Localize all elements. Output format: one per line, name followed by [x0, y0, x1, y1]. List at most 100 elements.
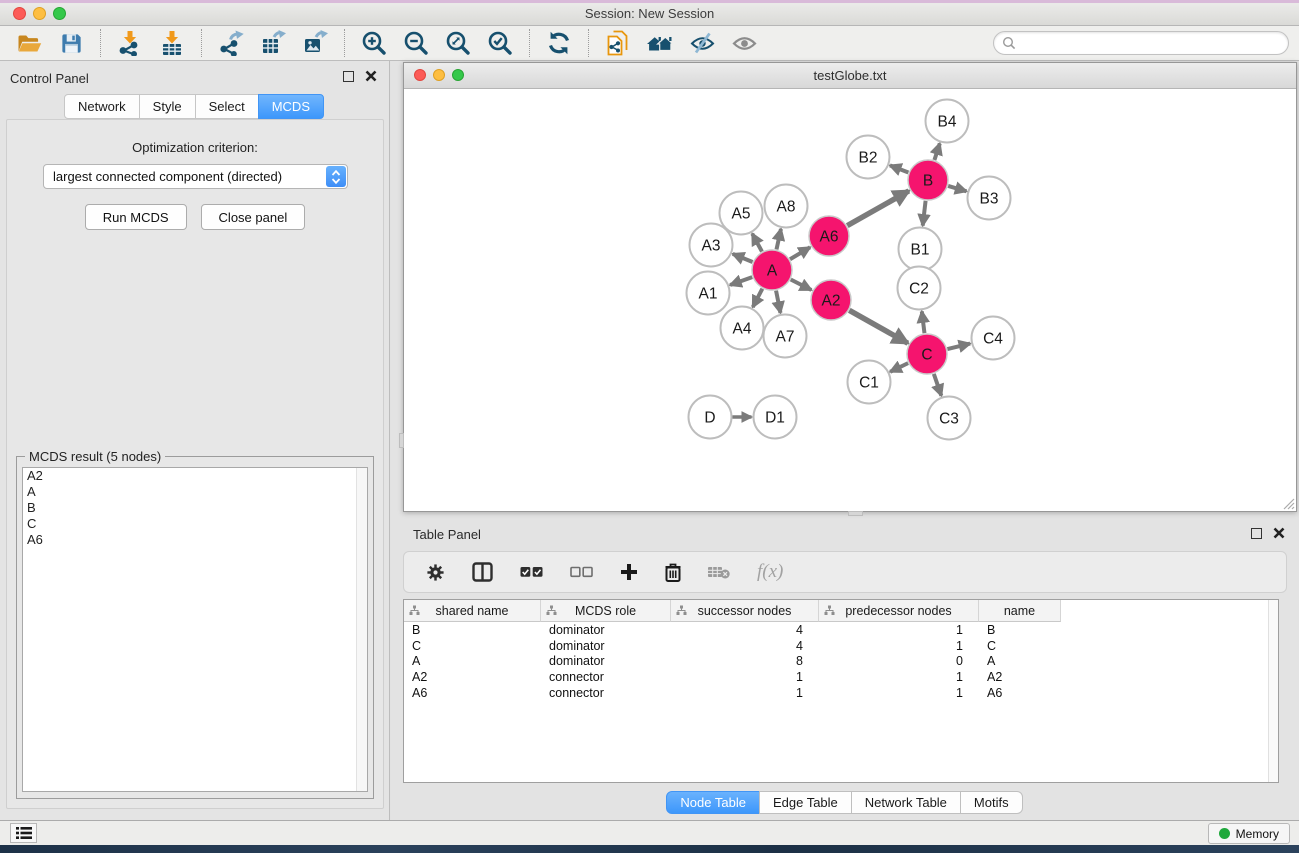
settings-gear-icon[interactable]	[426, 563, 445, 582]
memory-button[interactable]: Memory	[1208, 823, 1290, 844]
export-network-icon[interactable]	[210, 28, 252, 59]
result-item[interactable]: A6	[23, 532, 367, 548]
result-item[interactable]: B	[23, 500, 367, 516]
graph-edge-A-A2[interactable]	[791, 280, 812, 291]
run-mcds-button[interactable]: Run MCDS	[85, 204, 187, 230]
minimize-window-button[interactable]	[33, 7, 46, 20]
graph-node-A5[interactable]: A5	[720, 192, 763, 235]
close-panel-icon[interactable]	[365, 70, 377, 82]
open-file-icon[interactable]	[8, 28, 50, 59]
graph-node-A7[interactable]: A7	[764, 315, 807, 358]
result-item[interactable]: A2	[23, 468, 367, 484]
table-row[interactable]: A2connector11A2	[404, 669, 1278, 685]
graph-edge-A-A8[interactable]	[776, 229, 780, 250]
tab-network[interactable]: Network	[64, 94, 140, 119]
network-maximize-button[interactable]	[452, 69, 464, 81]
graph-edge-A-A7[interactable]	[776, 291, 780, 313]
network-canvas[interactable]: B4B2BB3A8A5A6A3B1AC2A1A2A4A7C4CC1C3DD1	[404, 89, 1296, 511]
graph-edge-C-C2[interactable]	[922, 311, 925, 333]
network-view-window[interactable]: testGlobe.txt B4 B2 B B3 A8A5 A6 A3 B1 A C2 A1 A2 A4…	[403, 62, 1297, 512]
graph-node-A6[interactable]: A6	[809, 216, 849, 256]
graph-edge-A-A1[interactable]	[730, 277, 752, 285]
home-icon[interactable]	[639, 28, 681, 59]
result-list-scrollbar[interactable]	[356, 468, 367, 791]
tab-mcds[interactable]: MCDS	[258, 94, 324, 119]
save-session-icon[interactable]	[50, 28, 92, 59]
graph-edge-A2-C[interactable]	[849, 310, 908, 343]
graph-edge-A-A4[interactable]	[753, 289, 763, 307]
graph-edge-B-B4[interactable]	[934, 143, 939, 160]
export-table-icon[interactable]	[252, 28, 294, 59]
tab-node-table[interactable]: Node Table	[666, 791, 760, 814]
graph-node-C3[interactable]: C3	[928, 397, 971, 440]
float-panel-icon[interactable]	[343, 71, 354, 82]
splitter-handle[interactable]	[399, 433, 404, 448]
graph-node-A2[interactable]: A2	[811, 280, 851, 320]
import-network-icon[interactable]	[109, 28, 151, 59]
tab-edge-table[interactable]: Edge Table	[759, 791, 852, 814]
graph-node-C2[interactable]: C2	[898, 267, 941, 310]
column-header-predecessor-nodes[interactable]: predecessor nodes	[819, 600, 979, 622]
search-field[interactable]	[993, 31, 1289, 55]
tab-network-table[interactable]: Network Table	[851, 791, 961, 814]
network-minimize-button[interactable]	[433, 69, 445, 81]
graph-edge-A-A5[interactable]	[752, 234, 762, 252]
graph-node-D1[interactable]: D1	[754, 396, 797, 439]
graph-node-B2[interactable]: B2	[847, 136, 890, 179]
resize-grip-icon[interactable]	[1280, 495, 1295, 510]
result-item[interactable]: A	[23, 484, 367, 500]
graph-node-B4[interactable]: B4	[926, 100, 969, 143]
optimization-criterion-dropdown[interactable]: largest connected component (directed)	[43, 164, 348, 189]
zoom-selected-icon[interactable]	[479, 28, 521, 59]
zoom-window-button[interactable]	[53, 7, 66, 20]
graph-edge-A-A3[interactable]	[733, 254, 753, 262]
import-table-icon[interactable]	[151, 28, 193, 59]
network-close-button[interactable]	[414, 69, 426, 81]
tab-motifs[interactable]: Motifs	[960, 791, 1023, 814]
zoom-out-icon[interactable]	[395, 28, 437, 59]
graph-node-B1[interactable]: B1	[899, 228, 942, 271]
close-window-button[interactable]	[13, 7, 26, 20]
column-header-MCDS-role[interactable]: MCDS role	[541, 600, 671, 622]
refresh-layout-icon[interactable]	[538, 28, 580, 59]
table-row[interactable]: Adominator80A	[404, 654, 1278, 670]
graph-node-A8[interactable]: A8	[765, 185, 808, 228]
float-panel-icon[interactable]	[1251, 528, 1262, 539]
delete-column-icon[interactable]	[665, 563, 681, 582]
graph-node-C4[interactable]: C4	[972, 317, 1015, 360]
graph-edge-A6-B[interactable]	[847, 191, 909, 226]
result-item[interactable]: C	[23, 516, 367, 532]
zoom-in-icon[interactable]	[353, 28, 395, 59]
close-panel-button[interactable]: Close panel	[201, 204, 306, 230]
graph-node-B3[interactable]: B3	[968, 177, 1011, 220]
table-row[interactable]: Cdominator41C	[404, 638, 1278, 654]
graph-node-A[interactable]: A	[752, 250, 792, 290]
graph-edge-C-C3[interactable]	[934, 374, 942, 396]
graph-node-C1[interactable]: C1	[848, 361, 891, 404]
table-scrollbar[interactable]	[1268, 600, 1278, 782]
close-panel-icon[interactable]	[1273, 527, 1285, 539]
network-window-titlebar[interactable]: testGlobe.txt	[404, 63, 1296, 89]
select-all-checkboxes-icon[interactable]	[520, 566, 543, 578]
graph-edge-B-B2[interactable]	[890, 165, 908, 172]
tab-style[interactable]: Style	[139, 94, 196, 119]
graph-node-A4[interactable]: A4	[721, 307, 764, 350]
graph-node-A1[interactable]: A1	[687, 272, 730, 315]
add-column-icon[interactable]	[620, 563, 638, 581]
node-table[interactable]: shared nameMCDS rolesuccessor nodesprede…	[403, 599, 1279, 783]
graph-node-A3[interactable]: A3	[690, 224, 733, 267]
mcds-result-list[interactable]: A2ABCA6	[22, 467, 368, 792]
graph-node-C[interactable]: C	[907, 334, 947, 374]
show-all-icon[interactable]	[723, 28, 765, 59]
column-header-successor-nodes[interactable]: successor nodes	[671, 600, 819, 622]
tab-select[interactable]: Select	[195, 94, 259, 119]
graph-node-B[interactable]: B	[908, 160, 948, 200]
graph-edge-B-B3[interactable]	[948, 186, 966, 191]
table-row[interactable]: A6connector11A6	[404, 685, 1278, 701]
graph-edge-C-C1[interactable]	[890, 363, 908, 372]
hide-selected-icon[interactable]	[681, 28, 723, 59]
graph-edge-C-C4[interactable]	[947, 344, 970, 350]
deselect-checkboxes-icon[interactable]	[570, 566, 593, 578]
column-header-shared-name[interactable]: shared name	[404, 600, 541, 622]
export-image-icon[interactable]	[294, 28, 336, 59]
